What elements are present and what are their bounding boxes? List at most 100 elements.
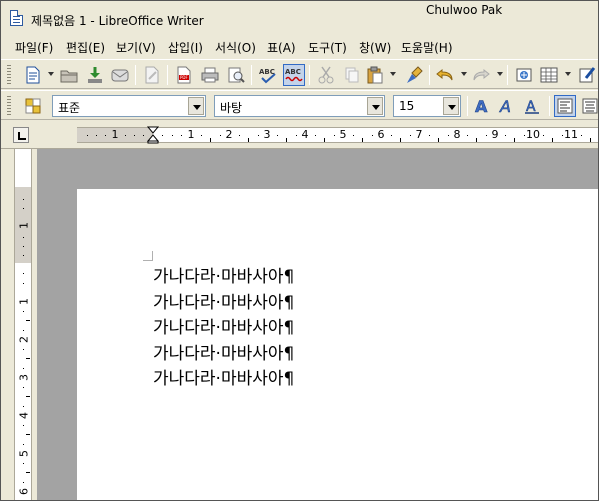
vruler-strip[interactable]: 1 1 2 3 4 5 6	[14, 149, 32, 500]
spellcheck-icon[interactable]: ABC	[257, 64, 279, 86]
paragraph[interactable]: 가나다라·마바사아¶	[153, 342, 294, 368]
font-name-combo[interactable]: 바탕	[214, 95, 385, 117]
paragraph[interactable]: 가나다라·마바사아¶	[153, 367, 294, 393]
toolbar-grip[interactable]	[7, 65, 11, 85]
undo-icon[interactable]	[434, 64, 456, 86]
save-icon[interactable]	[84, 64, 106, 86]
vertical-ruler[interactable]: 1 1 2 3 4 5 6	[1, 149, 37, 500]
ruler-dot	[486, 135, 487, 136]
toolbar-separator	[135, 65, 136, 85]
table-icon[interactable]	[538, 64, 560, 86]
ruler-dot	[125, 135, 126, 136]
underline-icon[interactable]: A	[521, 95, 543, 117]
chevron-down-icon[interactable]	[367, 97, 383, 115]
edit-icon[interactable]	[141, 64, 163, 86]
chevron-down-icon[interactable]	[443, 97, 459, 115]
ruler-number: 2	[225, 128, 233, 141]
vruler-number: 6	[17, 488, 31, 495]
ruler-dot	[296, 135, 297, 136]
menu-table[interactable]: 표(A)	[267, 39, 296, 56]
paragraph[interactable]: 가나다라·마바사아¶	[153, 265, 294, 291]
redo-icon[interactable]	[470, 64, 492, 86]
vruler-dot	[23, 387, 24, 388]
indent-marker-icon[interactable]	[147, 126, 159, 144]
vruler-tick	[26, 358, 30, 359]
vruler-number: 1	[17, 222, 31, 229]
paragraph[interactable]: 가나다라·마바사아¶	[153, 316, 294, 342]
document-area[interactable]: 가나다라·마바사아¶ 가나다라·마바사아¶ 가나다라·마바사아¶ 가나다라·마바…	[37, 149, 598, 500]
ruler-number: 6	[377, 128, 385, 141]
table-dropdown-arrow[interactable]	[565, 72, 571, 76]
draw-icon[interactable]	[576, 64, 598, 86]
ruler-number: 7	[415, 128, 423, 141]
vruler-dot	[23, 283, 24, 284]
ruler-dot	[410, 135, 411, 136]
clone-format-icon[interactable]	[404, 64, 426, 86]
export-pdf-icon[interactable]: PDF	[173, 64, 195, 86]
ruler-dot	[353, 135, 354, 136]
print-preview-icon[interactable]	[225, 64, 247, 86]
vruler-dot	[23, 444, 24, 445]
vruler-tick	[26, 320, 30, 321]
ruler-tick	[286, 138, 287, 142]
paragraph[interactable]: 가나다라·마바사아¶	[153, 291, 294, 317]
paste-icon[interactable]	[364, 64, 386, 86]
email-icon[interactable]	[109, 64, 131, 86]
ruler-tick	[552, 138, 553, 142]
vruler-dot	[23, 482, 24, 483]
copy-icon[interactable]	[341, 64, 363, 86]
bold-icon[interactable]: A	[471, 95, 493, 117]
autospellcheck-icon[interactable]: ABC	[283, 64, 305, 86]
menu-help[interactable]: 도움말(H)	[401, 39, 453, 56]
ruler-dot	[134, 135, 135, 136]
vruler-tick	[26, 396, 30, 397]
svg-text:A: A	[499, 97, 511, 115]
ruler-number: 1	[187, 128, 195, 141]
ruler-tick	[438, 138, 439, 142]
menu-window[interactable]: 창(W)	[359, 39, 391, 56]
vruler-number: 2	[17, 336, 31, 343]
title-bar: 제목없음 1 - LibreOffice Writer Chulwoo Pak	[1, 1, 598, 36]
menu-view[interactable]: 보기(V)	[116, 39, 156, 56]
ruler-tick	[362, 138, 363, 142]
ruler-dot	[181, 135, 182, 136]
undo-dropdown-arrow[interactable]	[461, 72, 467, 76]
vruler-dot	[23, 273, 24, 274]
cut-icon[interactable]	[315, 64, 337, 86]
open-icon[interactable]	[58, 64, 80, 86]
menu-tools[interactable]: 도구(T)	[308, 39, 347, 56]
italic-icon[interactable]: A	[496, 95, 518, 117]
chevron-down-icon[interactable]	[188, 97, 204, 115]
menu-format[interactable]: 서식(O)	[215, 39, 256, 56]
vruler-dot	[23, 208, 24, 209]
navigator-icon[interactable]	[513, 64, 535, 86]
font-size-combo[interactable]: 15	[393, 95, 461, 117]
horizontal-ruler[interactable]: 1 1 2 3 4 5 6 7 8 9 10 11	[1, 121, 598, 149]
ruler-dot	[162, 135, 163, 136]
ruler-dot	[143, 135, 144, 136]
document-page[interactable]: 가나다라·마바사아¶ 가나다라·마바사아¶ 가나다라·마바사아¶ 가나다라·마바…	[77, 189, 598, 500]
ruler-dot	[524, 135, 525, 136]
menu-insert[interactable]: 삽입(I)	[168, 39, 203, 56]
menu-edit[interactable]: 편집(E)	[66, 39, 105, 56]
vruler-dot	[23, 406, 24, 407]
new-dropdown-arrow[interactable]	[48, 72, 54, 76]
menu-file[interactable]: 파일(F)	[15, 39, 53, 56]
svg-text:PDF: PDF	[180, 75, 188, 80]
paragraph-style-combo[interactable]: 표준	[52, 95, 206, 117]
paste-dropdown-arrow[interactable]	[390, 72, 396, 76]
vruler-dot	[23, 330, 24, 331]
redo-dropdown-arrow[interactable]	[497, 72, 503, 76]
print-icon[interactable]	[199, 64, 221, 86]
toolbar-separator	[251, 65, 252, 85]
new-document-icon[interactable]	[22, 64, 44, 86]
tab-type-icon[interactable]	[13, 127, 29, 143]
align-center-icon[interactable]	[579, 95, 598, 117]
menu-bar: 파일(F) 편집(E) 보기(V) 삽입(I) 서식(O) 표(A) 도구(T)…	[1, 36, 598, 58]
document-text[interactable]: 가나다라·마바사아¶ 가나다라·마바사아¶ 가나다라·마바사아¶ 가나다라·마바…	[153, 265, 294, 393]
align-left-icon[interactable]	[554, 95, 576, 117]
vruler-dot	[23, 246, 24, 247]
toolbar-grip[interactable]	[7, 96, 11, 116]
ruler-dot	[429, 135, 430, 136]
styles-icon[interactable]	[22, 95, 44, 117]
